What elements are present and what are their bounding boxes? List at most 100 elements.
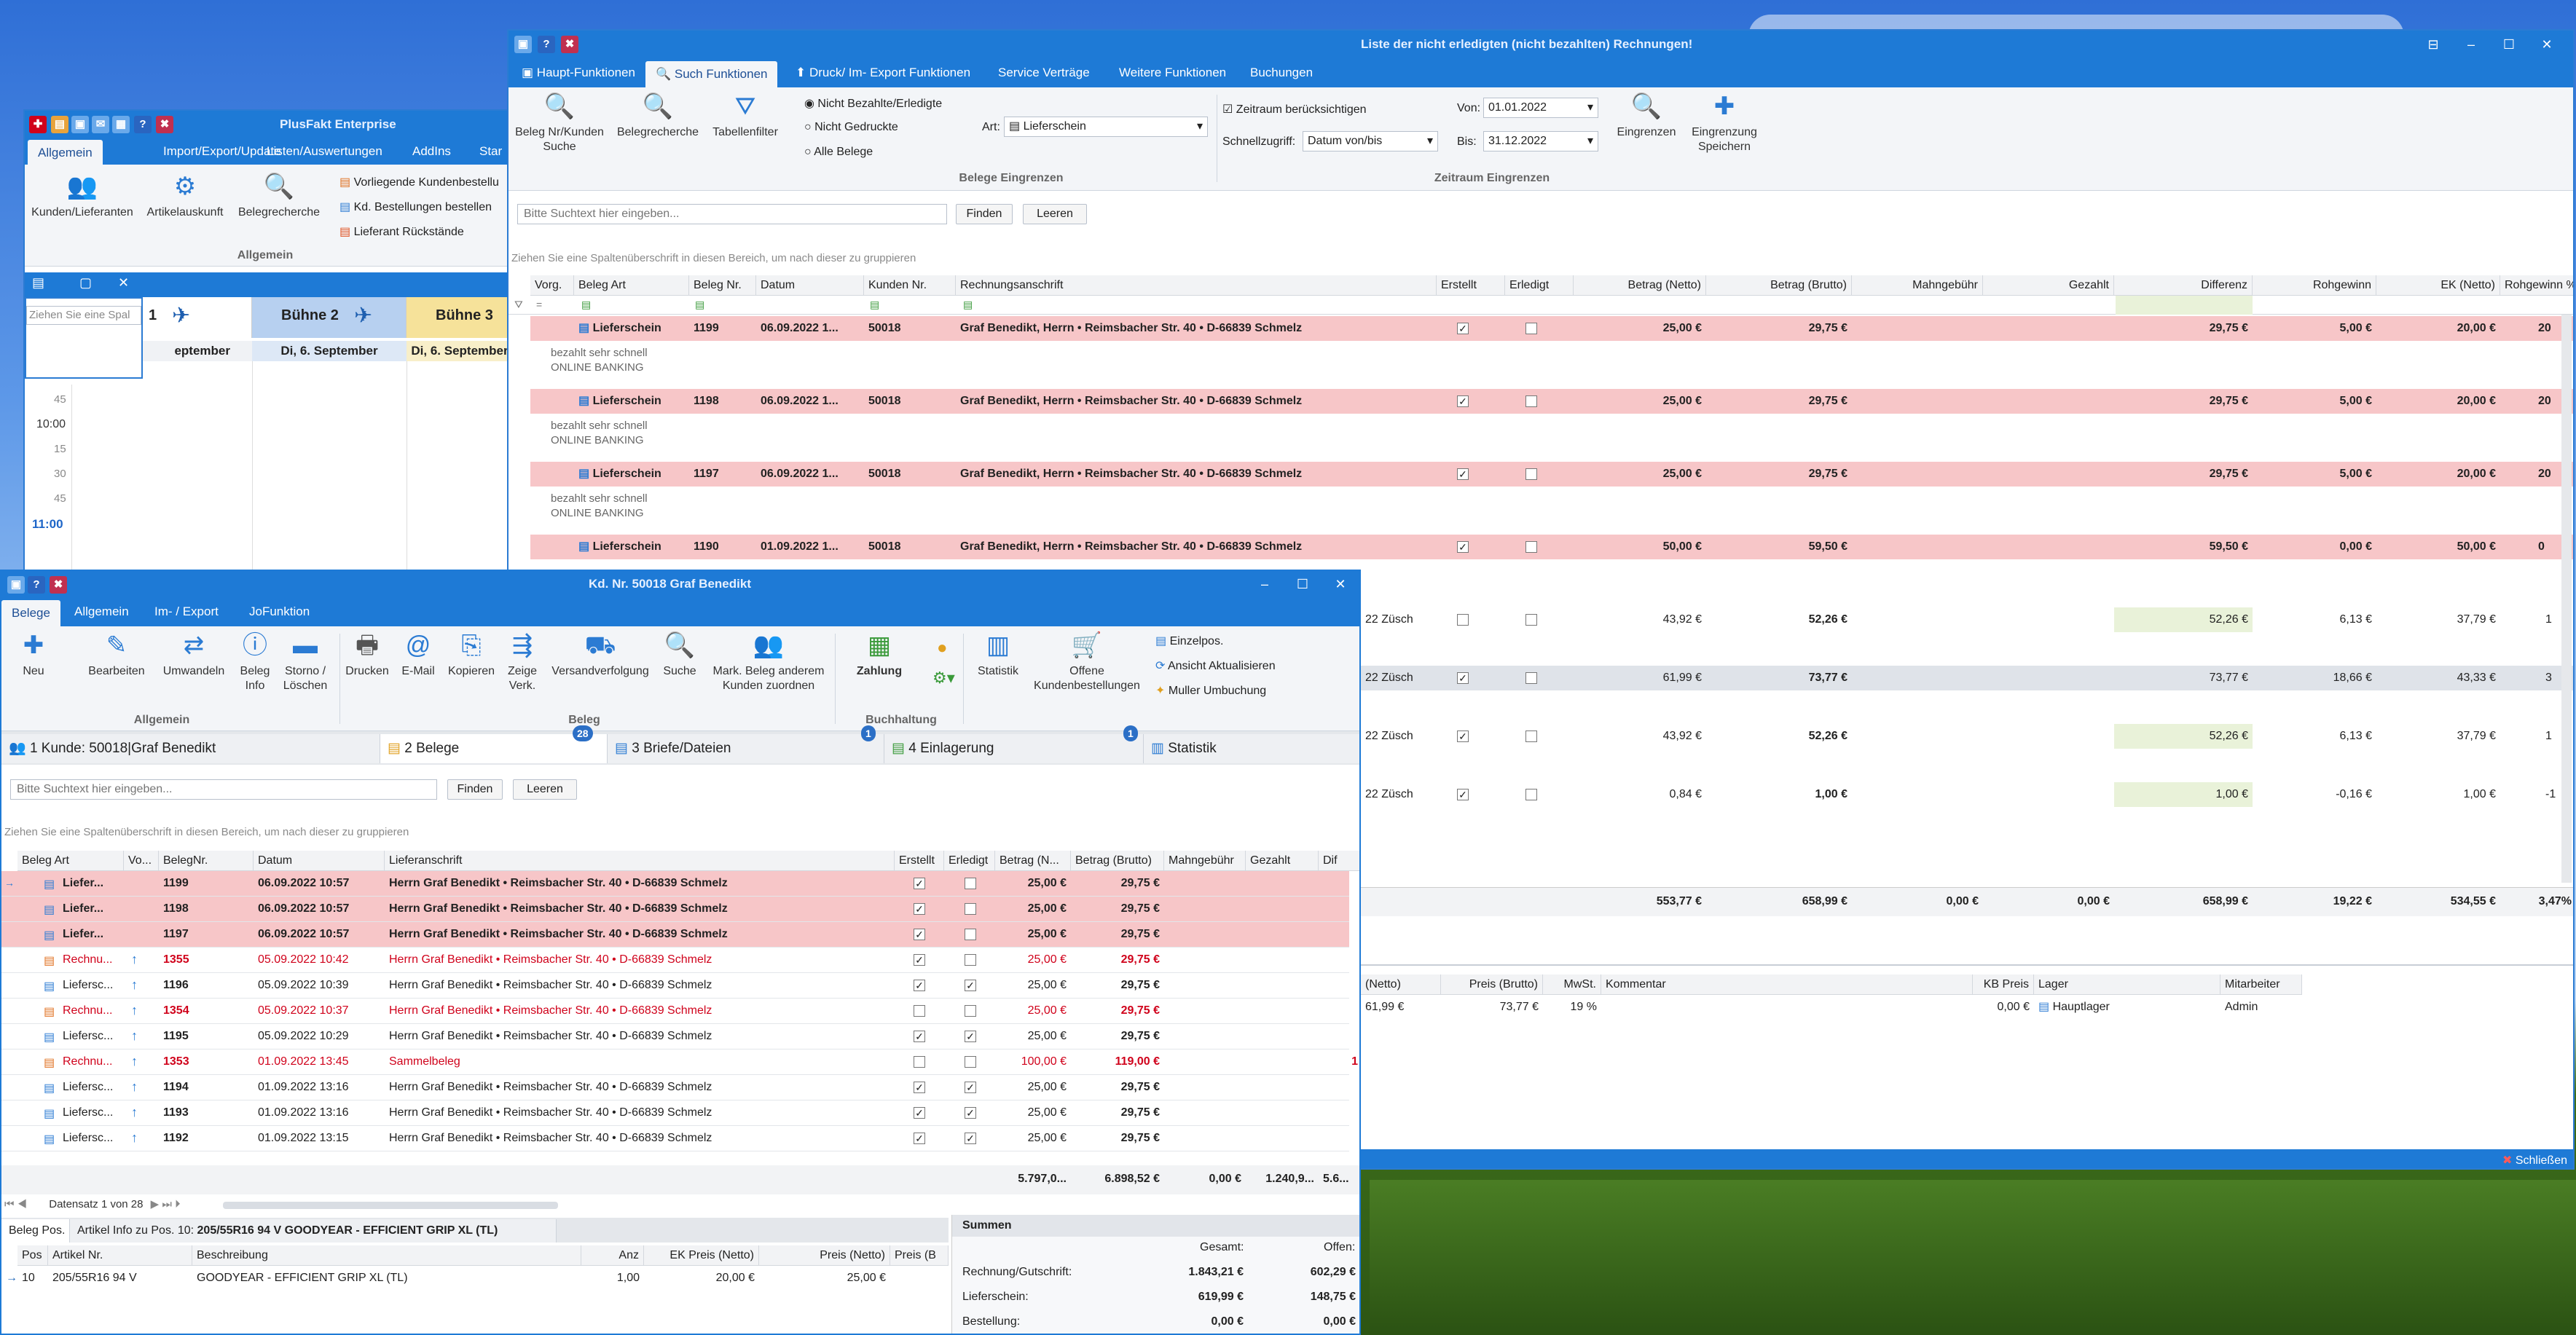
filter-row[interactable]: ⛛ = ▤ ▤ ▤ ▤ — [508, 296, 2573, 315]
menu-haupt[interactable]: ▣ Haupt-Funktionen — [511, 58, 645, 87]
umwandeln-button[interactable]: ⇄ Umwandeln — [160, 631, 227, 679]
erstellt-checkbox[interactable]: ✓ — [914, 903, 925, 915]
menu-addins[interactable]: AddIns — [402, 137, 461, 166]
col-mahngebuehr[interactable]: Mahngebühr — [1852, 275, 1983, 296]
close-icon[interactable]: ✕ — [1322, 571, 1359, 597]
tools-icon[interactable]: ✖ — [156, 116, 173, 133]
tabellenfilter-button[interactable]: ⛛ Tabellenfilter — [705, 92, 785, 140]
erledigt-checkbox[interactable] — [1525, 323, 1537, 334]
erstellt-checkbox[interactable]: ✓ — [1457, 730, 1469, 742]
find-button[interactable]: Finden — [956, 204, 1013, 224]
erstellt-checkbox[interactable]: ✓ — [914, 1107, 925, 1119]
customer-search-input[interactable] — [10, 779, 437, 800]
email-button[interactable]: @ E-Mail — [393, 631, 443, 679]
tab-kunde[interactable]: 👥 1 Kunde: 50018|Graf Benedikt — [1, 734, 380, 763]
erstellt-checkbox[interactable] — [1457, 614, 1469, 626]
offene-kundenbestellungen-button[interactable]: 🛒 Offene Kundenbestellungen — [1029, 631, 1145, 693]
gear-dropdown-icon[interactable]: ⚙▾ — [932, 669, 955, 688]
erstellt-checkbox[interactable]: ✓ — [1457, 323, 1469, 334]
erledigt-checkbox[interactable]: ✓ — [965, 1107, 976, 1119]
eingrenzen-button[interactable]: 🔍 Eingrenzen — [1610, 92, 1683, 140]
von-date[interactable]: 01.01.2022 ▾ — [1483, 98, 1598, 118]
menu-belege[interactable]: Belege — [1, 600, 60, 626]
storno-button[interactable]: ▬ Storno / Löschen — [275, 631, 335, 693]
belegrecherche-button[interactable]: 🔍 Belegrecherche — [232, 172, 326, 220]
erledigt-checkbox[interactable] — [1525, 672, 1537, 684]
col-rohgewinn[interactable]: Rohgewinn — [2253, 275, 2376, 296]
col-rohgewinn-pct[interactable]: Rohgewinn % — [2500, 275, 2573, 296]
bearbeiten-button[interactable]: ✎ Bearbeiten — [83, 631, 150, 679]
toolbar-icon[interactable]: ▦ — [112, 116, 130, 133]
calendar-column-1[interactable]: 1 ✈ — [143, 297, 252, 338]
erledigt-checkbox[interactable]: ✓ — [965, 1031, 976, 1042]
schnell-select[interactable]: Datum von/bis ▾ — [1303, 131, 1438, 151]
coins-icon[interactable]: ● — [937, 638, 948, 658]
erstellt-checkbox[interactable]: ✓ — [914, 1082, 925, 1093]
radio-nicht-gedruckte[interactable]: ○ Nicht Gedruckte — [804, 121, 898, 134]
toolbar-icon[interactable]: ▣ — [71, 116, 89, 133]
zahlung-button[interactable]: ▦ Zahlung — [847, 631, 912, 679]
menu-such[interactable]: 🔍 Such Funktionen — [645, 61, 778, 87]
tab-briefe[interactable]: ▤ 3 Briefe/Dateien — [608, 734, 884, 763]
tools-icon[interactable]: ✖ — [561, 36, 578, 53]
erstellt-checkbox[interactable]: ✓ — [1457, 395, 1469, 407]
side-item[interactable]: ▤ Vorliegende Kundenbestellu — [339, 175, 499, 189]
suche-button[interactable]: 🔍 Suche — [654, 631, 705, 679]
help-icon[interactable]: ? — [134, 116, 152, 133]
drucken-button[interactable]: 🖶 Drucken — [339, 631, 395, 679]
clear-button[interactable]: Leeren — [513, 779, 577, 800]
art-select[interactable]: ▤ Lieferschein ▾ — [1004, 117, 1208, 137]
beleg-kunden-suche-button[interactable]: 🔍 Beleg Nr/Kunden Suche — [508, 92, 610, 154]
clear-button[interactable]: Leeren — [1023, 204, 1087, 224]
erledigt-checkbox[interactable] — [1525, 541, 1537, 553]
versandverfolgung-button[interactable]: ⛟ Versandverfolgung — [546, 631, 654, 679]
menu-start[interactable]: Star — [469, 137, 510, 166]
beleg-info-button[interactable]: ⓘ Beleg Info — [233, 631, 277, 693]
invoice-search-input[interactable] — [517, 204, 947, 224]
muller-umbuchung-button[interactable]: ✦ Muller Umbuchung — [1155, 683, 1266, 698]
einzelpos-button[interactable]: ▤ Einzelpos. — [1155, 634, 1223, 648]
erstellt-checkbox[interactable]: ✓ — [914, 980, 925, 991]
col-erledigt[interactable]: Erledigt — [1505, 275, 1574, 296]
erledigt-checkbox[interactable] — [1525, 468, 1537, 480]
calendar-column-2[interactable]: Bühne 2 ✈ — [252, 297, 407, 338]
erstellt-checkbox[interactable]: ✓ — [914, 954, 925, 966]
kunden-lieferanten-button[interactable]: 👥 Kunden/Lieferanten — [28, 172, 137, 220]
col-datum[interactable]: Datum — [756, 275, 864, 296]
erstellt-checkbox[interactable]: ✓ — [1457, 541, 1469, 553]
erstellt-checkbox[interactable]: ✓ — [914, 1133, 925, 1144]
help-icon[interactable]: ? — [538, 36, 555, 53]
maximize-icon[interactable]: ☐ — [2490, 31, 2528, 58]
pager[interactable]: ⏮ ◀ Datensatz 1 von 28 ▶ ⏭ ⏵ — [4, 1194, 573, 1215]
erstellt-checkbox[interactable]: ✓ — [914, 878, 925, 889]
ansicht-aktualisieren-button[interactable]: ⟳ Ansicht Aktualisieren — [1155, 658, 1276, 673]
erstellt-checkbox[interactable]: ✓ — [914, 929, 925, 940]
close-button[interactable]: ✖ Schließen — [2502, 1153, 2567, 1167]
side-item[interactable]: ▤ Kd. Bestellungen bestellen — [339, 200, 492, 214]
maximize-icon[interactable]: ☐ — [1284, 571, 1322, 597]
erstellt-checkbox[interactable]: ✓ — [1457, 789, 1469, 800]
menu-service[interactable]: Service Verträge — [988, 58, 1100, 87]
kopieren-button[interactable]: ⎘ Kopieren — [443, 631, 500, 679]
erledigt-checkbox[interactable] — [1525, 789, 1537, 800]
erledigt-checkbox[interactable] — [965, 903, 976, 915]
col-kunden-nr[interactable]: Kunden Nr. — [864, 275, 956, 296]
col-betrag-brutto[interactable]: Betrag (Brutto) — [1706, 275, 1852, 296]
tab-artikel-info[interactable]: Artikel Info zu Pos. 10: 205/55R16 94 V … — [70, 1219, 557, 1243]
col-beleg-nr[interactable]: Beleg Nr. — [689, 275, 756, 296]
erledigt-checkbox[interactable]: ✓ — [965, 1082, 976, 1093]
tab-einlagerung[interactable]: ▤ 4 Einlagerung — [884, 734, 1144, 763]
toolbar-icon[interactable]: ✉ — [92, 116, 109, 133]
artikelauskunft-button[interactable]: ⚙ Artikelauskunft — [141, 172, 229, 220]
menu-buchungen[interactable]: Buchungen — [1240, 58, 1323, 87]
restore-icon[interactable]: ⊟ — [2414, 31, 2452, 58]
erledigt-checkbox[interactable]: ✓ — [965, 980, 976, 991]
radio-nicht-bezahlte[interactable]: ◉ Nicht Bezahlte/Erledigte — [804, 96, 942, 111]
tab-statistik[interactable]: ▥ Statistik — [1144, 734, 1359, 763]
erledigt-checkbox[interactable] — [965, 954, 976, 966]
erstellt-checkbox[interactable] — [914, 1056, 925, 1068]
erledigt-checkbox[interactable]: ✓ — [965, 1133, 976, 1144]
zeige-verk-button[interactable]: ⇶ Zeige Verk. — [500, 631, 545, 693]
col-erstellt[interactable]: Erstellt — [1437, 275, 1505, 296]
col-gezahlt[interactable]: Gezahlt — [1983, 275, 2114, 296]
